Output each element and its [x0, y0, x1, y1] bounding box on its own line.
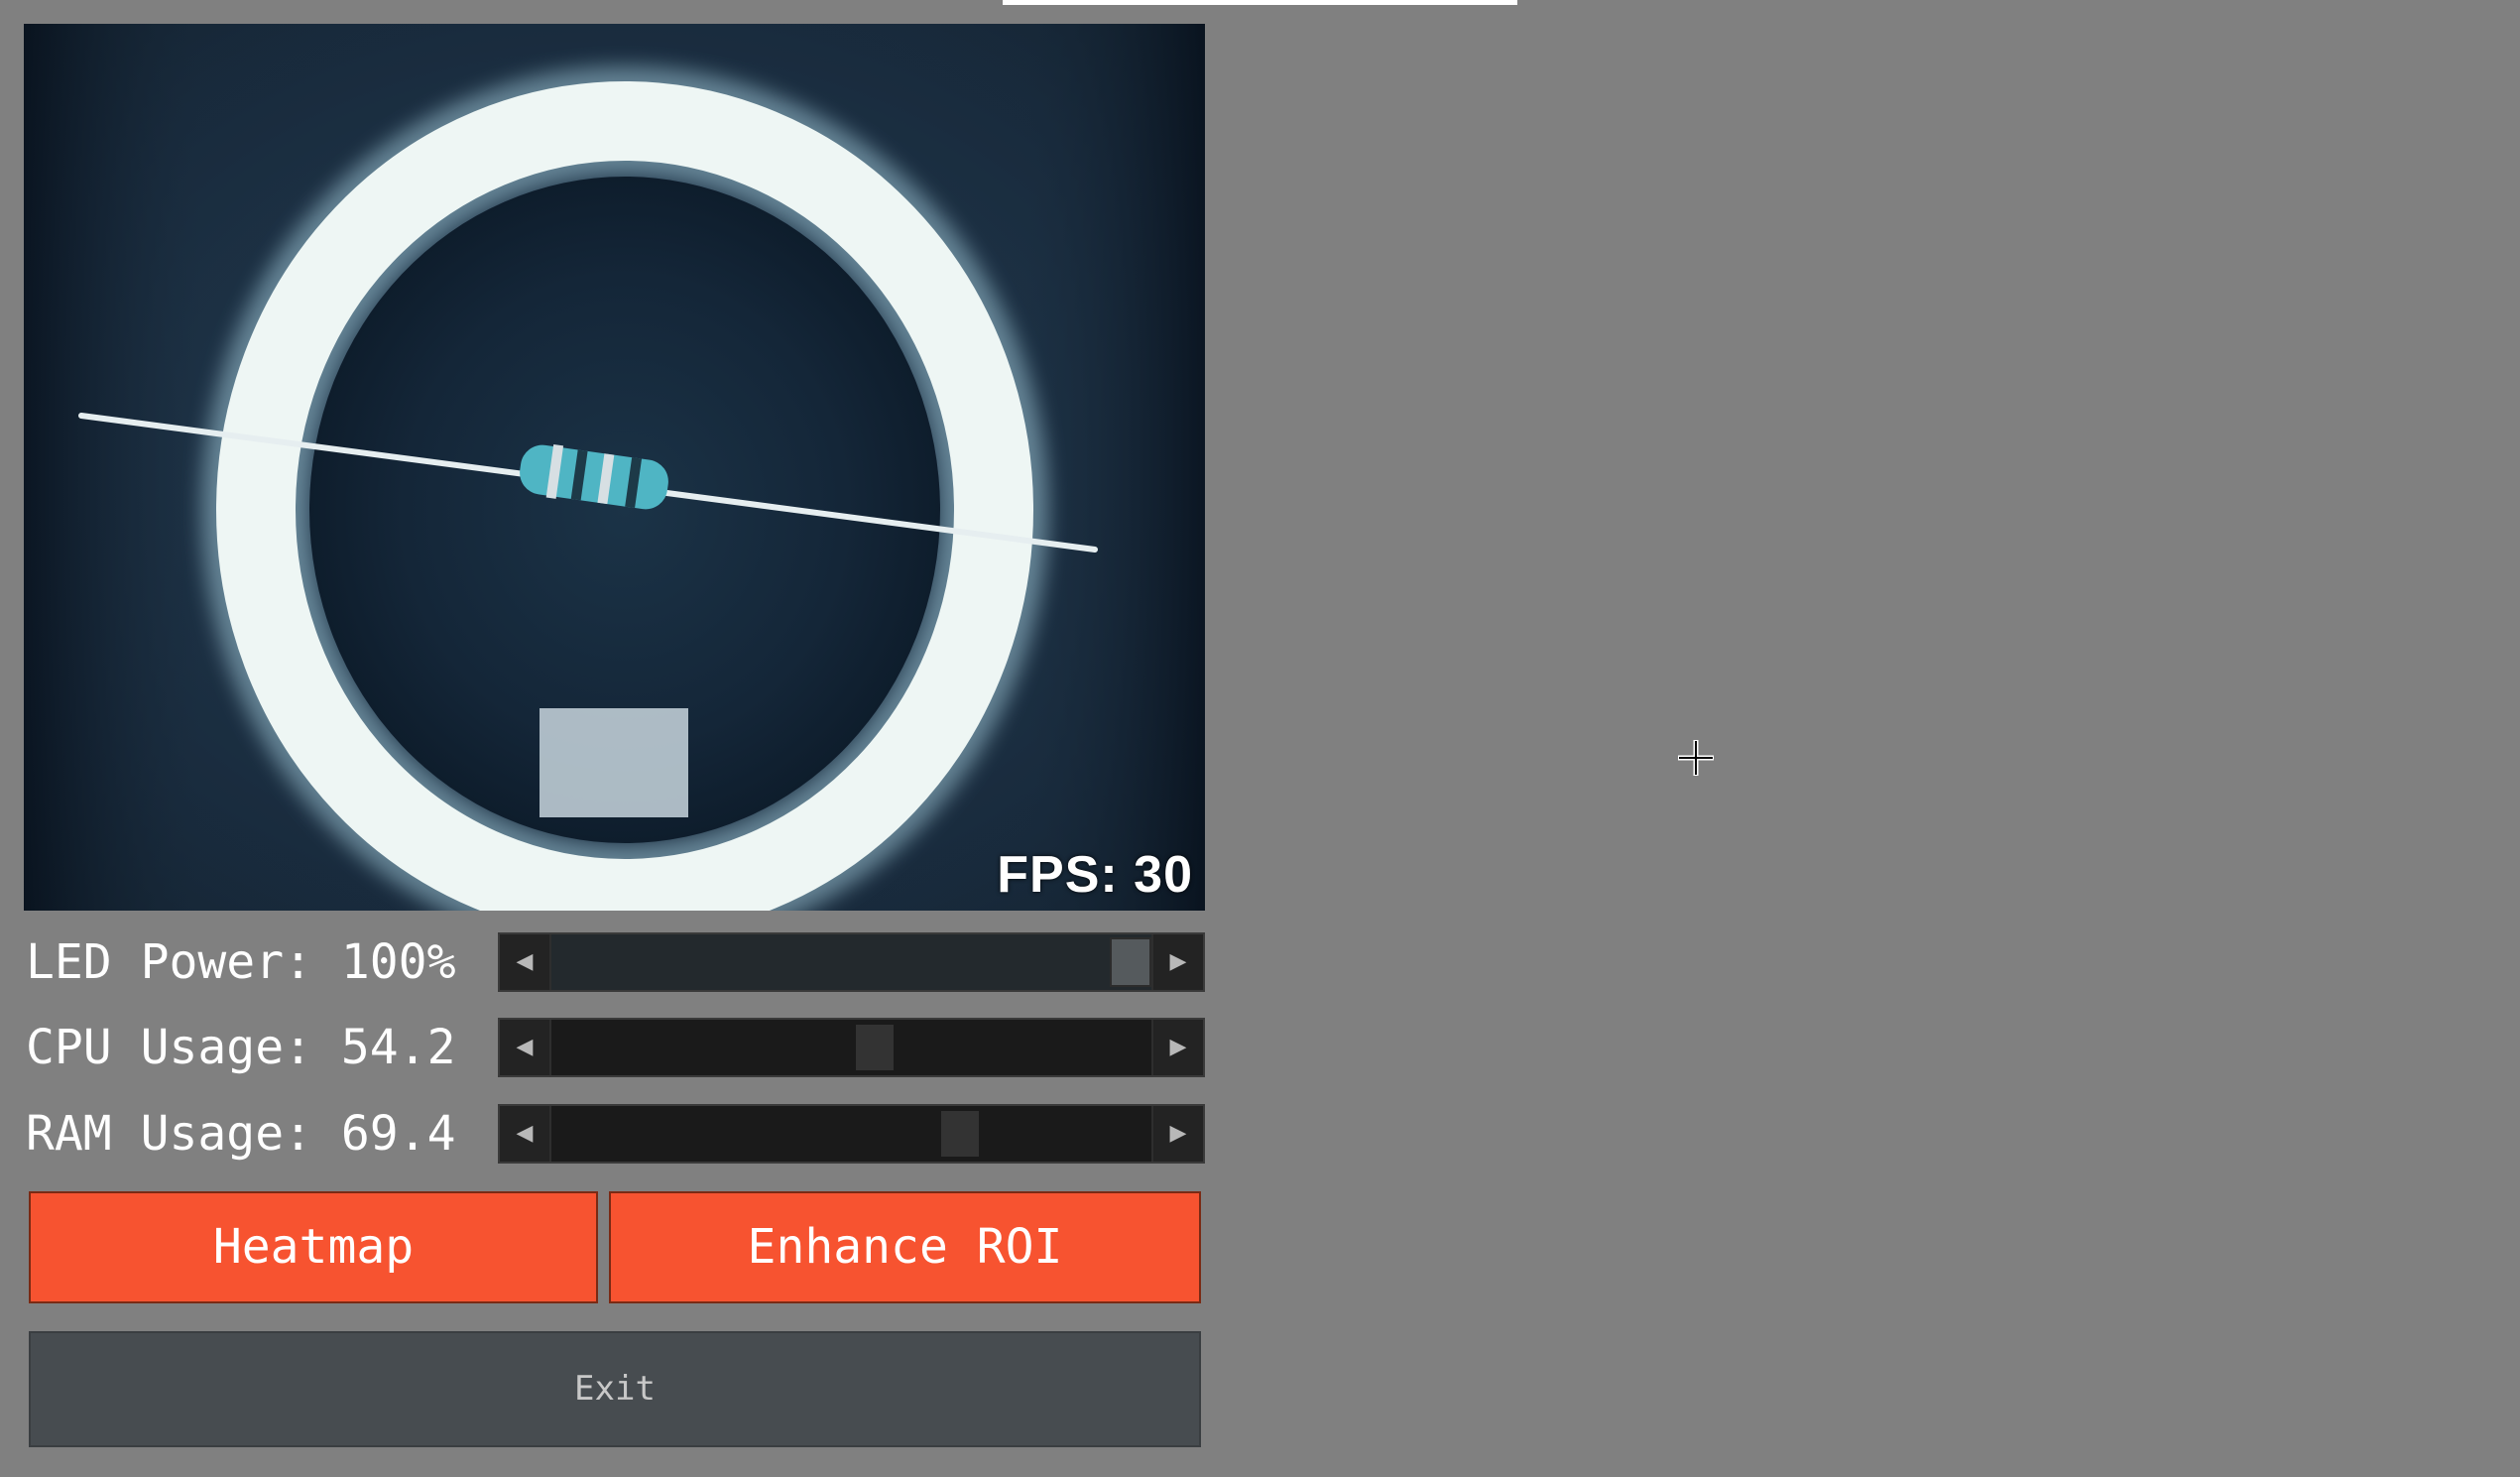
- led-power-label: LED Power: 100%: [26, 934, 456, 990]
- top-window-strip: [1003, 0, 1517, 5]
- heatmap-button[interactable]: Heatmap: [29, 1191, 598, 1303]
- fps-label: FPS: 30: [997, 846, 1193, 904]
- slider-track[interactable]: [551, 1020, 1151, 1075]
- ram-usage-row: RAM Usage: 69.4 ◀ ▶: [24, 1102, 1205, 1166]
- cpu-usage-slider[interactable]: ◀ ▶: [498, 1018, 1205, 1077]
- slider-right-arrow-icon[interactable]: ▶: [1151, 1106, 1203, 1162]
- slider-thumb[interactable]: [854, 1023, 897, 1072]
- camera-feed: FPS: 30: [24, 24, 1205, 911]
- crosshair-icon: [1678, 740, 1714, 776]
- slider-thumb[interactable]: [938, 1109, 981, 1159]
- led-power-slider[interactable]: ◀ ▶: [498, 932, 1205, 992]
- slider-track[interactable]: [551, 934, 1151, 990]
- camera-image: [24, 24, 1205, 911]
- exit-button[interactable]: Exit: [29, 1331, 1201, 1447]
- enhance-roi-button[interactable]: Enhance ROI: [609, 1191, 1201, 1303]
- slider-right-arrow-icon[interactable]: ▶: [1151, 934, 1203, 990]
- slider-track[interactable]: [551, 1106, 1151, 1162]
- slider-left-arrow-icon[interactable]: ◀: [500, 1020, 551, 1075]
- slider-thumb[interactable]: [1110, 937, 1151, 987]
- cpu-usage-row: CPU Usage: 54.2 ◀ ▶: [24, 1016, 1205, 1079]
- ram-usage-label: RAM Usage: 69.4: [26, 1106, 456, 1162]
- ram-usage-slider[interactable]: ◀ ▶: [498, 1104, 1205, 1164]
- slider-left-arrow-icon[interactable]: ◀: [500, 934, 551, 990]
- slider-left-arrow-icon[interactable]: ◀: [500, 1106, 551, 1162]
- led-power-row: LED Power: 100% ◀ ▶: [24, 930, 1205, 994]
- cpu-usage-label: CPU Usage: 54.2: [26, 1020, 456, 1075]
- slider-right-arrow-icon[interactable]: ▶: [1151, 1020, 1203, 1075]
